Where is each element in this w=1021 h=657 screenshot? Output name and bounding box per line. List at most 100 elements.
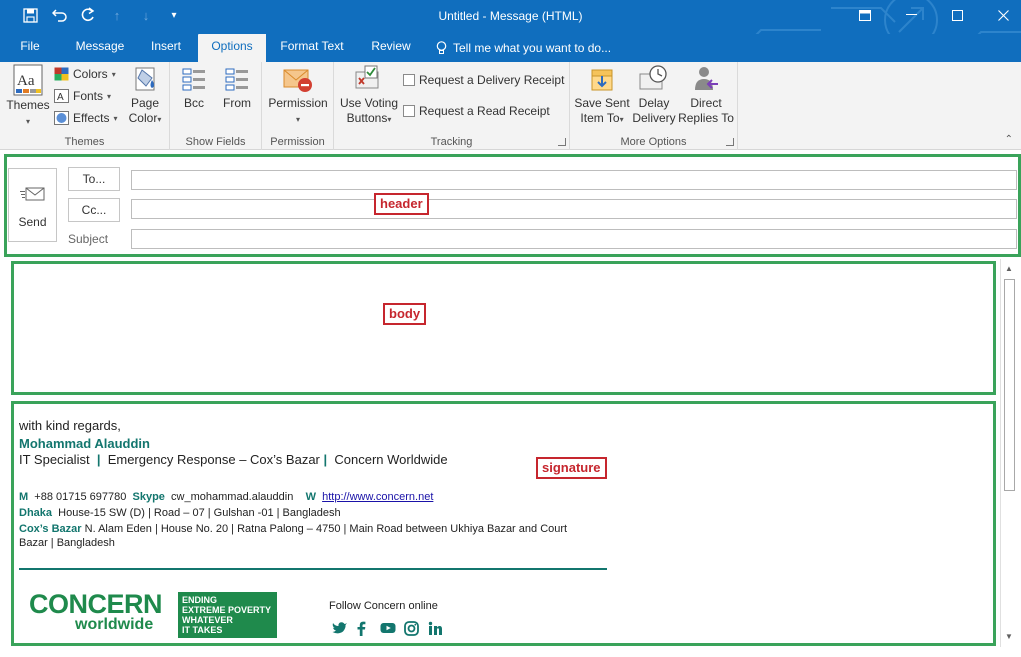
maximize-icon[interactable] — [934, 0, 980, 30]
voting-label-2: Buttons — [346, 111, 388, 125]
minimize-icon[interactable] — [888, 0, 934, 30]
tab-message[interactable]: Message — [70, 34, 130, 62]
tagline-4: IT TAKES — [182, 625, 223, 635]
cox-address-1: N. Alam Eden | House No. 20 | Ratna Palo… — [84, 523, 568, 535]
tagline-3: WHATEVER — [182, 615, 233, 625]
tell-me-label: Tell me what you want to do... — [453, 41, 612, 55]
twitter-icon[interactable] — [332, 621, 349, 638]
cox-address-2: Bazar | Bangladesh — [19, 537, 115, 549]
delivery-receipt-checkbox[interactable]: Request a Delivery Receipt — [403, 70, 564, 90]
tagline-1: ENDING — [182, 595, 218, 605]
compose-area: Send To... Cc... Subject header body sig… — [0, 151, 1021, 657]
from-button[interactable]: From — [220, 64, 254, 111]
tab-file[interactable]: File — [10, 34, 50, 62]
fonts-icon: A — [54, 89, 69, 103]
save-sent-label-2: Item To — [580, 111, 620, 125]
tab-insert[interactable]: Insert — [144, 34, 188, 62]
scroll-up-icon[interactable]: ▲ — [1001, 261, 1017, 277]
tab-options[interactable]: Options — [198, 34, 266, 62]
bcc-label: Bcc — [183, 96, 204, 110]
website-link[interactable]: http://www.concern.net — [322, 491, 433, 503]
page-color-label-2: Color — [128, 111, 158, 125]
tab-review[interactable]: Review — [364, 34, 418, 62]
chevron-down-icon: ▾ — [25, 117, 30, 126]
permission-button[interactable]: Permission ▾ — [267, 64, 329, 127]
scroll-down-icon[interactable]: ▼ — [1001, 629, 1017, 645]
delay-label-2: Delivery — [632, 111, 676, 125]
signature-divider — [19, 568, 607, 570]
collapse-ribbon-icon[interactable]: ⌃ — [1005, 134, 1013, 145]
delay-delivery-icon — [639, 65, 667, 90]
facebook-icon[interactable] — [356, 621, 373, 638]
signature-name: Mohammad Alauddin — [19, 436, 150, 451]
use-voting-buttons[interactable]: Use Voting Buttons▾ — [338, 64, 400, 127]
signature-annotation-label: signature — [536, 457, 607, 479]
linkedin-icon[interactable] — [428, 621, 445, 638]
social-icons — [332, 621, 445, 638]
permission-group: Permission ▾ Permission — [262, 62, 334, 150]
signature-role-1: IT Specialist — [19, 452, 90, 467]
page-color-button[interactable]: Page Color▾ — [122, 64, 168, 127]
permission-group-label: Permission — [270, 136, 325, 148]
effects-label: Effects — [73, 111, 110, 125]
delay-delivery-button[interactable]: Delay Delivery — [632, 64, 676, 126]
ribbon-display-options-icon[interactable] — [842, 0, 888, 30]
outlook-message-window: ↑ ↓ ▾ Untitled - Message (HTML) File Mes… — [0, 0, 1021, 657]
colors-icon — [54, 67, 69, 81]
dhaka-address: House-15 SW (D) | Road – 07 | Gulshan -0… — [58, 507, 341, 519]
themes-button[interactable]: Aa Themes ▾ — [6, 64, 50, 129]
message-body-editor[interactable] — [14, 264, 993, 392]
youtube-icon[interactable] — [380, 621, 397, 638]
logo-line-2: worldwide — [75, 616, 154, 633]
show-fields-group-label: Show Fields — [185, 136, 246, 148]
tracking-dialog-launcher-icon[interactable] — [558, 138, 566, 146]
delivery-receipt-box[interactable] — [403, 74, 415, 86]
skype-id: cw_mohammad.alauddin — [171, 491, 294, 503]
delay-label-1: Delay — [638, 96, 670, 110]
instagram-icon[interactable] — [404, 621, 421, 638]
tab-format-text[interactable]: Format Text — [275, 34, 349, 62]
bcc-icon — [182, 68, 205, 91]
signature-role-3: Concern Worldwide — [334, 452, 448, 467]
tagline-2: EXTREME POVERTY — [182, 605, 272, 615]
themes-label: Themes — [6, 98, 50, 112]
fonts-label: Fonts — [73, 89, 104, 103]
close-icon[interactable] — [980, 0, 1021, 30]
concern-worldwide-logo: CONCERN worldwide — [29, 589, 163, 633]
show-fields-group: Bcc From Show Fields — [170, 62, 262, 150]
mobile-number: +88 01715 697780 — [34, 491, 127, 503]
effects-icon — [54, 111, 69, 125]
more-options-dialog-launcher-icon[interactable] — [726, 138, 734, 146]
bcc-button[interactable]: Bcc — [178, 64, 210, 111]
web-label: W — [305, 491, 316, 503]
dhaka-label: Dhaka — [19, 507, 53, 519]
voting-label-1: Use Voting — [339, 96, 399, 110]
delivery-receipt-label: Request a Delivery Receipt — [419, 73, 565, 87]
logo-line-1: CONCERN — [29, 589, 163, 619]
ending-extreme-poverty-tagline: ENDING EXTREME POVERTY WHATEVER IT TAKES — [178, 592, 277, 638]
lightbulb-icon — [436, 41, 447, 54]
direct-replies-to-button[interactable]: Direct Replies To — [678, 64, 734, 126]
tracking-group-label: Tracking — [430, 136, 473, 148]
save-sent-icon — [591, 69, 613, 91]
signature-separator: | — [96, 452, 101, 467]
colors-button[interactable]: Colors ▾ — [54, 64, 116, 84]
from-label: From — [223, 96, 251, 110]
tell-me-search[interactable]: Tell me what you want to do... — [436, 34, 611, 62]
scrollbar-thumb[interactable] — [1004, 279, 1015, 491]
themes-group: Aa Themes ▾ Colors▾ A Fonts▾ Effects▾ — [0, 62, 170, 150]
fonts-button[interactable]: A Fonts ▾ — [54, 86, 111, 106]
read-receipt-checkbox[interactable]: Request a Read Receipt — [403, 101, 550, 121]
header-annotation-box — [4, 154, 1021, 257]
body-scrollbar[interactable]: ▲ ▼ — [1000, 259, 1017, 647]
effects-button[interactable]: Effects ▾ — [54, 108, 117, 128]
save-sent-item-to-button[interactable]: Save Sent Item To▾ — [574, 64, 630, 127]
direct-label-2: Replies To — [678, 111, 734, 125]
more-options-group: Save Sent Item To▾ Delay Delivery Direct… — [570, 62, 738, 150]
themes-icon: Aa — [13, 64, 43, 96]
themes-group-label: Themes — [64, 136, 105, 148]
direct-label-1: Direct — [690, 96, 722, 110]
read-receipt-box[interactable] — [403, 105, 415, 117]
voting-icon — [355, 65, 379, 89]
skype-label: Skype — [132, 491, 165, 503]
